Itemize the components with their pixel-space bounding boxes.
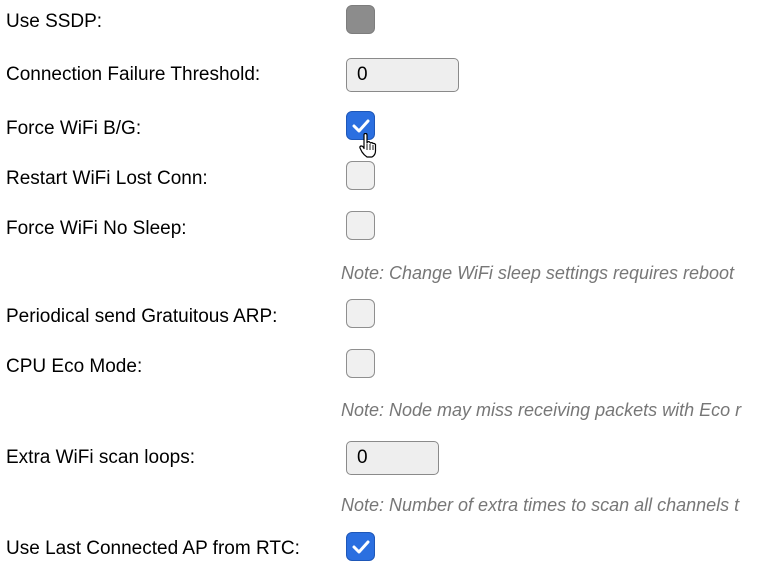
extra-wifi-scan-loops-input[interactable] (346, 441, 439, 475)
force-wifi-bg-label: Force WiFi B/G: (6, 118, 142, 139)
cpu-eco-mode-label: CPU Eco Mode: (6, 356, 143, 377)
use-last-connected-ap-label: Use Last Connected AP from RTC: (6, 538, 300, 559)
use-ssdp-label: Use SSDP: (6, 11, 103, 32)
force-wifi-no-sleep-checkbox[interactable] (346, 211, 375, 240)
wifi-sleep-note: Note: Change WiFi sleep settings require… (341, 263, 735, 283)
connection-failure-threshold-label: Connection Failure Threshold: (6, 64, 261, 85)
gratuitous-arp-label: Periodical send Gratuitous ARP: (6, 306, 278, 327)
eco-mode-note: Note: Node may miss receiving packets wi… (341, 400, 742, 420)
restart-wifi-lost-conn-checkbox[interactable] (346, 161, 375, 190)
hand-pointer-icon (359, 133, 377, 158)
extra-wifi-scan-loops-label: Extra WiFi scan loops: (6, 447, 195, 468)
gratuitous-arp-checkbox[interactable] (346, 299, 375, 328)
restart-wifi-lost-conn-label: Restart WiFi Lost Conn: (6, 168, 208, 189)
scan-loops-note: Note: Number of extra times to scan all … (341, 495, 740, 515)
check-icon (352, 540, 370, 554)
connection-failure-threshold-input[interactable] (346, 58, 459, 92)
cpu-eco-mode-checkbox[interactable] (346, 349, 375, 378)
use-last-connected-ap-checkbox[interactable] (346, 532, 375, 561)
force-wifi-no-sleep-label: Force WiFi No Sleep: (6, 218, 187, 239)
use-ssdp-checkbox[interactable] (346, 5, 375, 34)
